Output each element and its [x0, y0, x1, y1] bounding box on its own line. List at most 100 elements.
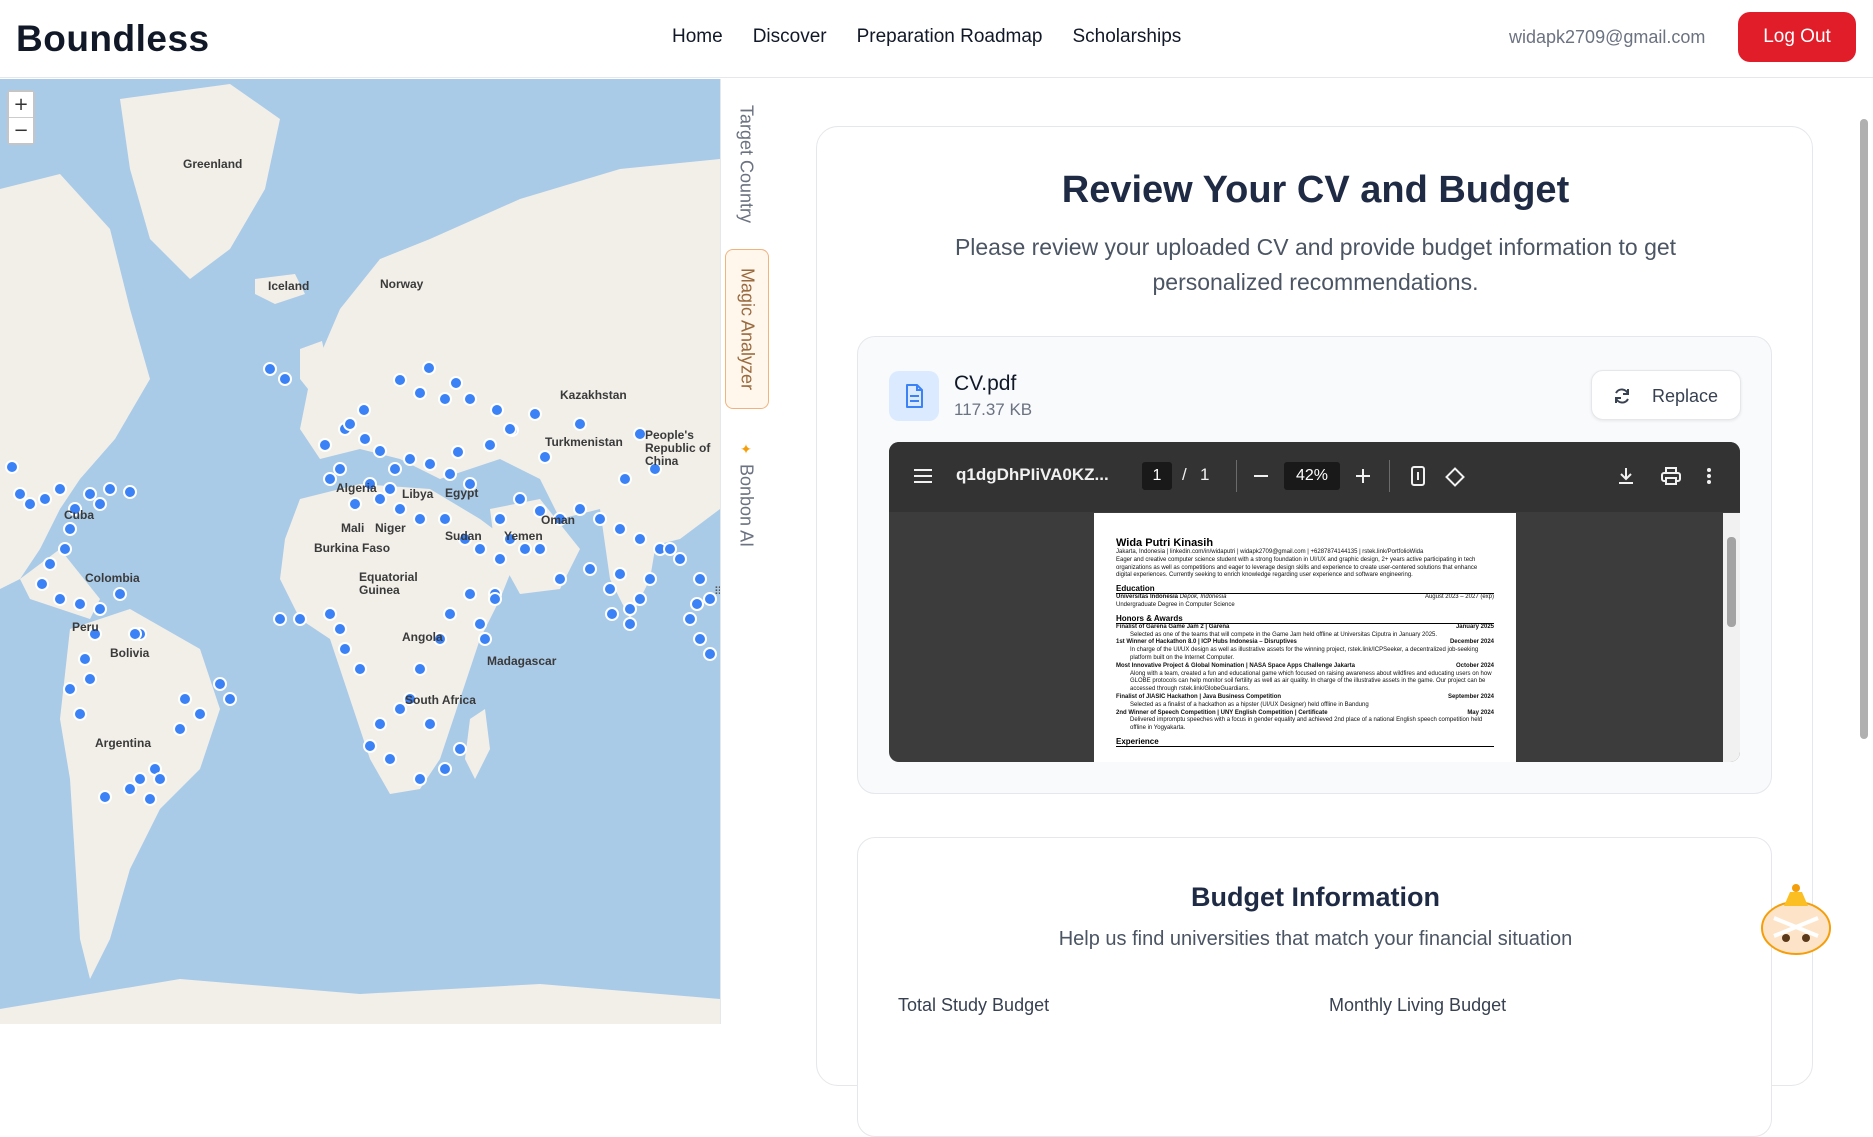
university-marker[interactable] [413, 386, 427, 400]
university-marker[interactable] [643, 572, 657, 586]
university-marker[interactable] [83, 672, 97, 686]
university-marker[interactable] [133, 772, 147, 786]
university-marker[interactable] [35, 577, 49, 591]
university-marker[interactable] [388, 462, 402, 476]
bonbon-mascot-icon[interactable] [1754, 878, 1838, 962]
university-marker[interactable] [413, 512, 427, 526]
logout-button[interactable]: Log Out [1738, 12, 1856, 62]
university-marker[interactable] [518, 542, 532, 556]
university-marker[interactable] [693, 632, 707, 646]
university-marker[interactable] [483, 438, 497, 452]
university-marker[interactable] [393, 502, 407, 516]
university-marker[interactable] [153, 772, 167, 786]
pdf-zoom-level[interactable]: 42% [1284, 462, 1340, 490]
university-marker[interactable] [488, 592, 502, 606]
rotate-icon[interactable] [1444, 466, 1466, 488]
tab-bonbon-ai[interactable]: ✦ Bonbon AI [721, 429, 771, 559]
university-marker[interactable] [673, 552, 687, 566]
university-marker[interactable] [98, 790, 112, 804]
university-marker[interactable] [5, 460, 19, 474]
university-marker[interactable] [343, 417, 357, 431]
university-marker[interactable] [663, 542, 677, 556]
university-marker[interactable] [263, 362, 277, 376]
nav-home[interactable]: Home [672, 26, 723, 48]
university-marker[interactable] [443, 607, 457, 621]
university-marker[interactable] [178, 692, 192, 706]
university-marker[interactable] [413, 772, 427, 786]
university-marker[interactable] [493, 552, 507, 566]
university-marker[interactable] [583, 562, 597, 576]
university-marker[interactable] [63, 682, 77, 696]
university-marker[interactable] [623, 602, 637, 616]
university-marker[interactable] [123, 782, 137, 796]
university-marker[interactable] [553, 572, 567, 586]
university-marker[interactable] [438, 762, 452, 776]
university-marker[interactable] [23, 497, 37, 511]
university-marker[interactable] [373, 444, 387, 458]
university-marker[interactable] [273, 612, 287, 626]
university-marker[interactable] [338, 642, 352, 656]
app-logo[interactable]: Boundless [16, 18, 210, 60]
university-marker[interactable] [451, 445, 465, 459]
nav-scholarships[interactable]: Scholarships [1072, 26, 1181, 48]
university-marker[interactable] [103, 482, 117, 496]
pdf-viewer[interactable]: q1dgDhPIiVA0KZ... 1 / 1 42% Wida Putri K… [889, 442, 1740, 762]
university-marker[interactable] [383, 482, 397, 496]
university-marker[interactable] [423, 457, 437, 471]
university-marker[interactable] [353, 662, 367, 676]
university-marker[interactable] [73, 707, 87, 721]
university-marker[interactable] [213, 677, 227, 691]
university-marker[interactable] [93, 602, 107, 616]
university-marker[interactable] [605, 607, 619, 621]
pdf-page-input[interactable]: 1 [1142, 462, 1172, 490]
replace-button[interactable]: Replace [1591, 370, 1741, 420]
university-marker[interactable] [593, 512, 607, 526]
zoom-out-button[interactable]: − [9, 118, 33, 143]
university-marker[interactable] [443, 467, 457, 481]
university-marker[interactable] [323, 607, 337, 621]
university-marker[interactable] [357, 403, 371, 417]
university-marker[interactable] [633, 532, 647, 546]
university-marker[interactable] [78, 652, 92, 666]
university-marker[interactable] [533, 542, 547, 556]
university-marker[interactable] [38, 492, 52, 506]
university-marker[interactable] [538, 450, 552, 464]
university-marker[interactable] [573, 417, 587, 431]
nav-preparation-roadmap[interactable]: Preparation Roadmap [857, 26, 1043, 48]
university-marker[interactable] [473, 617, 487, 631]
page-scrollbar[interactable] [1856, 79, 1873, 1024]
print-icon[interactable] [1661, 467, 1681, 485]
university-marker[interactable] [63, 522, 77, 536]
university-marker[interactable] [73, 597, 87, 611]
university-marker[interactable] [128, 627, 142, 641]
university-marker[interactable] [318, 438, 332, 452]
university-marker[interactable] [422, 361, 436, 375]
university-marker[interactable] [43, 557, 57, 571]
university-marker[interactable] [690, 597, 704, 611]
university-marker[interactable] [53, 592, 67, 606]
fit-page-icon[interactable] [1411, 466, 1425, 486]
university-marker[interactable] [513, 492, 527, 506]
university-marker[interactable] [623, 617, 637, 631]
university-marker[interactable] [683, 612, 697, 626]
university-marker[interactable] [383, 752, 397, 766]
university-marker[interactable] [528, 407, 542, 421]
university-marker[interactable] [223, 692, 237, 706]
download-icon[interactable] [1617, 467, 1635, 485]
university-marker[interactable] [58, 542, 72, 556]
university-marker[interactable] [463, 392, 477, 406]
menu-icon[interactable] [914, 469, 932, 483]
university-marker[interactable] [53, 482, 67, 496]
university-marker[interactable] [393, 373, 407, 387]
pdf-scroll-thumb[interactable] [1727, 537, 1736, 627]
university-marker[interactable] [463, 587, 477, 601]
university-marker[interactable] [193, 707, 207, 721]
university-marker[interactable] [123, 485, 137, 499]
world-map[interactable]: + − Greenland Iceland Norway Kazakhstan … [0, 79, 720, 1024]
university-marker[interactable] [490, 403, 504, 417]
zoom-out-icon[interactable] [1254, 475, 1268, 477]
zoom-in-button[interactable]: + [9, 92, 33, 117]
university-marker[interactable] [173, 722, 187, 736]
university-marker[interactable] [333, 622, 347, 636]
page-scroll-thumb[interactable] [1860, 119, 1868, 739]
